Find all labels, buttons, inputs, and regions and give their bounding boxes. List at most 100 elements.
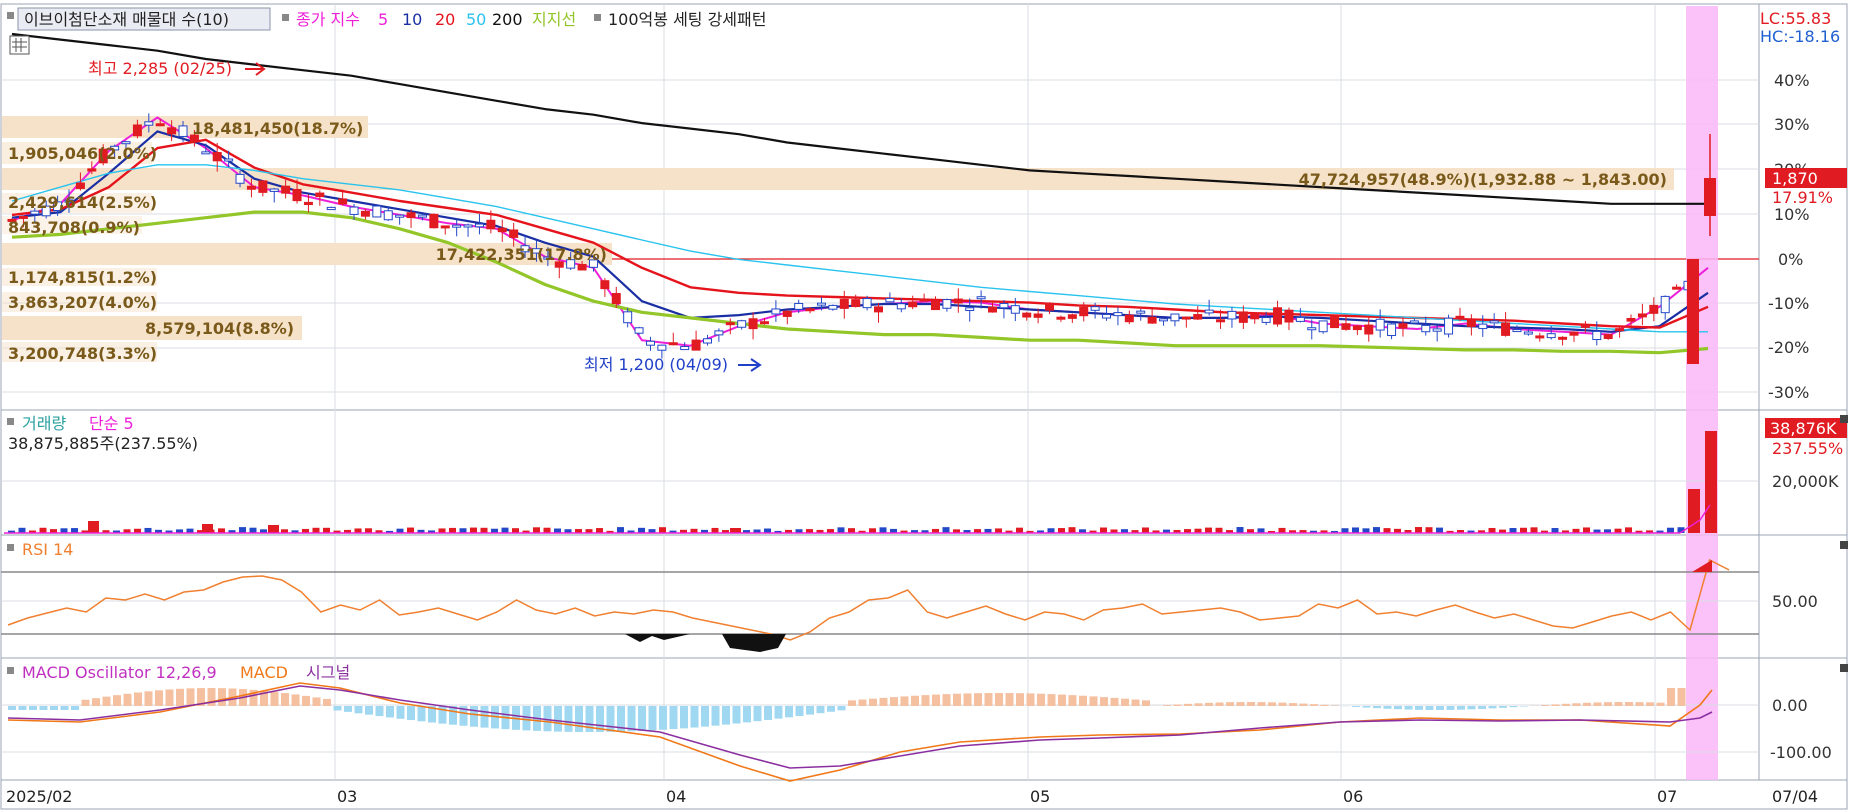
candle-body [1216, 319, 1226, 323]
candle-body [178, 125, 188, 137]
support-legend: 지지선 [532, 10, 576, 29]
candle-body [1387, 323, 1397, 337]
macd-osc-bar [1436, 706, 1444, 710]
macd-osc-bar [1215, 702, 1224, 706]
candle-body [349, 206, 359, 215]
volume-bar [1520, 527, 1527, 533]
candle-body [1478, 323, 1488, 330]
macd-osc-bar [1373, 706, 1381, 709]
macd-osc-bar [123, 693, 132, 706]
macd-osc-bar [879, 697, 888, 706]
low-annotation: 최저 1,200 (04/09) [584, 355, 728, 374]
candle-body [1512, 329, 1522, 333]
candle-body [167, 127, 177, 135]
candle-body [611, 293, 621, 305]
macd-osc-bar [1394, 706, 1402, 710]
macd-osc-bar [711, 706, 720, 726]
macd-osc-bar [1562, 703, 1570, 706]
candle-body [1170, 313, 1180, 322]
ma20-legend: 20 [435, 10, 455, 29]
candle-body [976, 296, 986, 300]
candle-body [1466, 319, 1476, 327]
candle-body [1409, 320, 1419, 324]
candle-body [862, 298, 872, 309]
macd-osc-bar [102, 696, 111, 706]
candle-body [87, 168, 97, 172]
grid-icon[interactable] [9, 35, 30, 55]
volume-bar [1215, 527, 1223, 533]
macd-osc-bar [1656, 702, 1665, 706]
candle-body [235, 173, 245, 184]
macd-osc-bar [1625, 702, 1633, 706]
candle-body [1273, 307, 1283, 325]
macd-osc-bar [302, 695, 310, 706]
macd-osc-bar [333, 706, 342, 711]
macd-osc-bar [218, 688, 226, 706]
candle-body [1147, 316, 1157, 324]
candle-body [748, 318, 758, 330]
svg-text:-20%: -20% [1768, 338, 1809, 357]
candle-body [634, 327, 644, 334]
macd-osc-bar [1583, 702, 1591, 706]
candle-body [1261, 317, 1271, 323]
candle-body [1580, 324, 1590, 328]
candle-body [1067, 314, 1077, 319]
candle-body [759, 321, 769, 325]
svg-text:237.55%: 237.55% [1772, 439, 1843, 458]
candle-body [75, 182, 85, 189]
current-pct: 17.91% [1772, 188, 1833, 207]
macd-osc-bar [186, 688, 195, 706]
candle-body [1569, 331, 1579, 336]
macd-osc-bar [1205, 702, 1213, 706]
candle-body [874, 306, 884, 313]
candle-body [1615, 328, 1625, 332]
macd-osc-bar [1667, 688, 1675, 706]
candle-body [577, 263, 587, 271]
lc-label: LC:55.83 [1760, 9, 1831, 28]
candle-body [1318, 320, 1328, 333]
vp-label-3: 47,724,957(48.9%)(1,932.88 ~ 1,843.00) [1299, 170, 1667, 189]
macd-osc-bar [8, 706, 16, 710]
high-annotation: 최고 2,285 (02/25) [88, 59, 232, 78]
macd-osc-bar [60, 706, 69, 710]
candle-body [805, 308, 815, 312]
macd-osc-bar [984, 693, 993, 706]
candle-body [816, 302, 826, 306]
vp-label-5: 843,708(0.9%) [8, 218, 140, 237]
candle-body [372, 205, 382, 218]
volume-bar [533, 527, 540, 533]
macd-osc-bar [29, 706, 37, 710]
macd-osc-bar [1058, 694, 1066, 706]
macd-osc-bar [1362, 706, 1371, 708]
macd-osc-bar [312, 697, 321, 706]
macd-osc-bar [165, 689, 174, 706]
candle-body [1181, 316, 1191, 320]
macd-osc-bar [81, 699, 90, 706]
macd-osc-bar [921, 695, 930, 706]
macd-osc-bar [1079, 695, 1087, 706]
candle-body [1284, 309, 1294, 323]
macd-osc-bar [1089, 696, 1098, 706]
macd-osc-bar [1383, 706, 1392, 709]
stock-name-label: 이브이첨단소재 매물대 수(10) [24, 10, 229, 29]
macd-osc-bar [1604, 702, 1612, 706]
macd-osc-bar [39, 706, 48, 710]
volume-bar [449, 527, 456, 533]
stock-chart[interactable]: 18,481,450(18.7%) 1,905,046(2.0%) 47,724… [0, 0, 1849, 812]
candle-body [1056, 316, 1066, 320]
candle-body [1341, 323, 1351, 330]
candle-body [1375, 318, 1385, 331]
volume-bar [239, 527, 246, 533]
macd-osc-bar [764, 706, 772, 720]
macd-osc-bar [1026, 693, 1035, 706]
macd-osc-bar [323, 698, 331, 706]
vp-label-9: 8,579,104(8.8%) [145, 319, 294, 338]
volume-bar [1068, 527, 1076, 533]
candle-body [1238, 311, 1248, 323]
candle-body [509, 229, 519, 238]
candle-body [1204, 309, 1214, 314]
macd-osc-bar [869, 698, 877, 706]
macd-osc-bar [144, 691, 153, 706]
volume-bar [837, 527, 845, 533]
macd-osc-bar [1131, 699, 1140, 706]
